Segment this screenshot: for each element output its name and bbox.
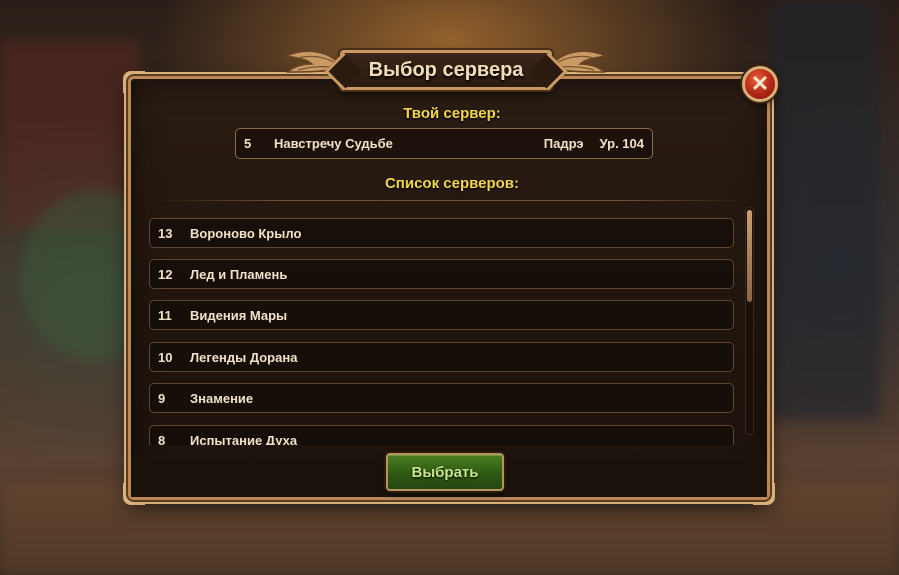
current-server-name: Навстречу Судьбе xyxy=(274,136,393,151)
server-number: 11 xyxy=(158,307,172,323)
background-tower xyxy=(770,0,880,420)
server-list-heading: Список серверов: xyxy=(384,175,520,192)
your-server-heading: Твой сервер: xyxy=(403,105,501,122)
server-number: 12 xyxy=(158,266,173,282)
server-name: Вороново Крыло xyxy=(190,225,302,241)
current-server-number: 5 xyxy=(244,136,252,151)
server-number: 13 xyxy=(158,225,173,241)
server-row[interactable]: 13 Вороново Крыло xyxy=(149,218,734,248)
current-server-row: 5 Навстречу Судьбе Падрэ Ур. 104 xyxy=(235,128,653,159)
server-row[interactable]: 10 Легенды Дорана xyxy=(149,342,734,372)
scrollbar-thumb[interactable] xyxy=(747,210,752,302)
divider xyxy=(155,200,749,201)
server-row[interactable]: 12 Лед и Пламень xyxy=(149,259,734,289)
server-row[interactable]: 8 Испытание Духа xyxy=(149,425,734,445)
scrollbar[interactable] xyxy=(745,207,754,435)
dialog-title: Выбор сервера xyxy=(368,58,524,81)
server-name: Знамение xyxy=(190,390,254,406)
select-button[interactable]: Выбрать xyxy=(386,453,504,491)
server-name: Лед и Пламень xyxy=(190,266,288,282)
server-row[interactable]: 9 Знамение xyxy=(149,383,734,413)
server-number: 8 xyxy=(158,432,166,446)
server-name: Легенды Дорана xyxy=(190,349,298,365)
server-name: Видения Мары xyxy=(190,307,288,323)
server-select-dialog: Твой сервер: 5 Навстречу Судьбе Падрэ Ур… xyxy=(123,71,775,505)
current-server-level: Ур. 104 xyxy=(599,136,644,151)
title-banner: Выбор сервера xyxy=(340,50,552,90)
server-number: 9 xyxy=(158,390,166,406)
server-name: Испытание Духа xyxy=(190,432,298,446)
server-list[interactable]: 13 Вороново Крыло 12 Лед и Пламень 11 Ви… xyxy=(149,218,736,445)
frame-corner xyxy=(123,71,145,93)
server-row[interactable]: 11 Видения Мары xyxy=(149,300,734,330)
current-server-player: Падрэ xyxy=(543,136,584,151)
close-x-icon: ✕ xyxy=(750,71,770,96)
close-button[interactable]: ✕ xyxy=(742,66,778,102)
server-number: 10 xyxy=(158,349,173,365)
